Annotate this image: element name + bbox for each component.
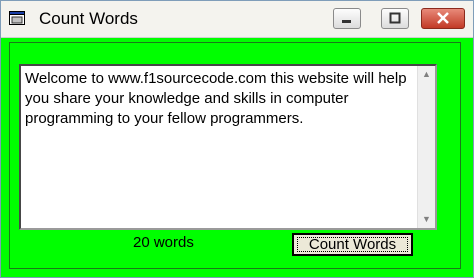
count-words-button[interactable]: Count Words [292,233,413,256]
maximize-button[interactable] [381,8,409,29]
window-title: Count Words [39,9,138,28]
close-button[interactable] [421,8,465,29]
maximize-icon [389,12,401,24]
text-input-area[interactable]: Welcome to www.f1sourcecode.com this web… [19,64,437,230]
close-icon [437,12,449,24]
count-words-window: Count Words Welcome to www.f1sourcecode.… [0,0,474,278]
minimize-button[interactable] [333,8,361,29]
word-count-label: 20 words [133,234,194,251]
text-input-value[interactable]: Welcome to www.f1sourcecode.com this web… [25,69,413,129]
minimize-icon [342,20,351,23]
vertical-scrollbar[interactable]: ▲ ▼ [417,66,435,228]
scroll-down-icon[interactable]: ▼ [418,211,435,228]
app-icon [9,11,25,25]
focus-rectangle [297,237,408,252]
scroll-up-icon[interactable]: ▲ [418,66,435,83]
title-bar[interactable]: Count Words [1,1,473,38]
